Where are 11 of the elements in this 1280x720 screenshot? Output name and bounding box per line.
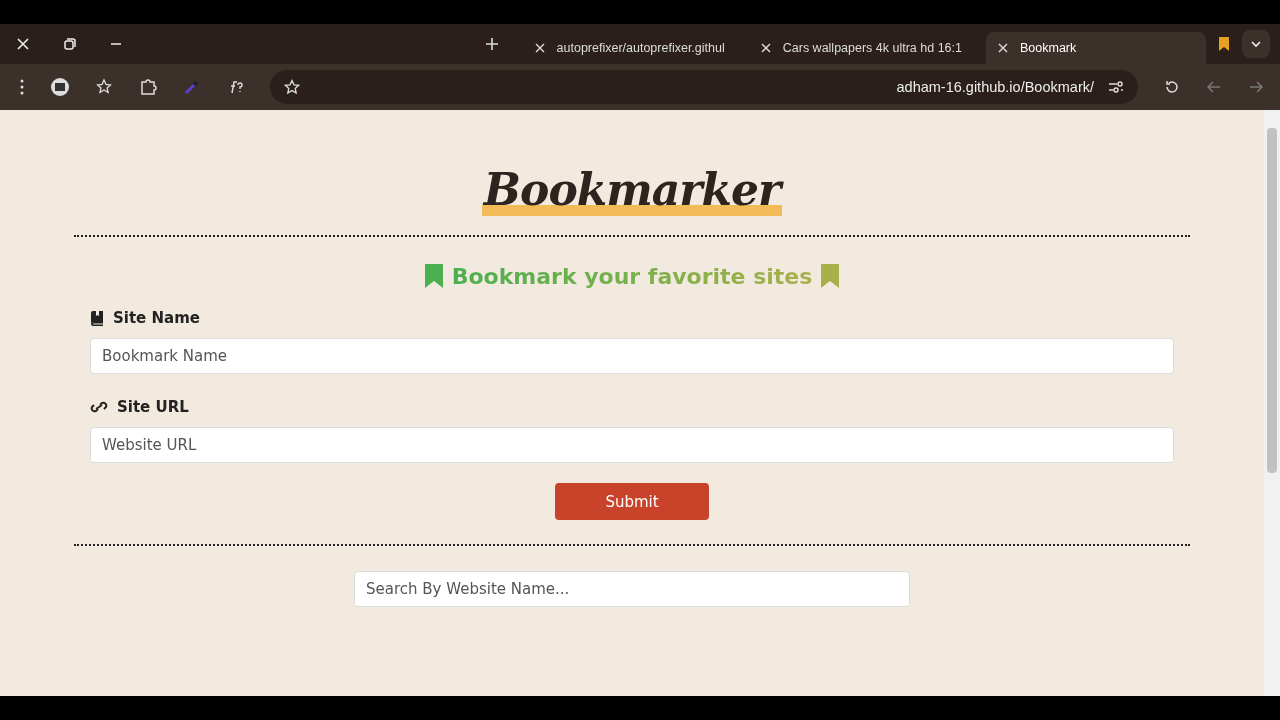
input-field[interactable]: Bookmark Name [90, 338, 1174, 374]
field-label: Site Name [113, 309, 200, 327]
submit-button[interactable]: Submit [555, 483, 709, 520]
search-field[interactable]: Search By Website Name... [354, 571, 910, 607]
browser-tab[interactable]: Cars wallpapers 4k ultra hd 16:1 [748, 32, 974, 64]
input-field[interactable]: Website URL [90, 427, 1174, 463]
field-label: Site URL [117, 398, 189, 416]
browser-tab[interactable]: Bookmark [986, 32, 1206, 64]
browser-tab[interactable]: autoprefixer/autoprefixer.githul [522, 32, 737, 64]
url-text: adham-16.github.io/Bookmark/ [896, 79, 1094, 95]
address-bar[interactable]: adham-16.github.io/Bookmark/ [270, 70, 1138, 104]
